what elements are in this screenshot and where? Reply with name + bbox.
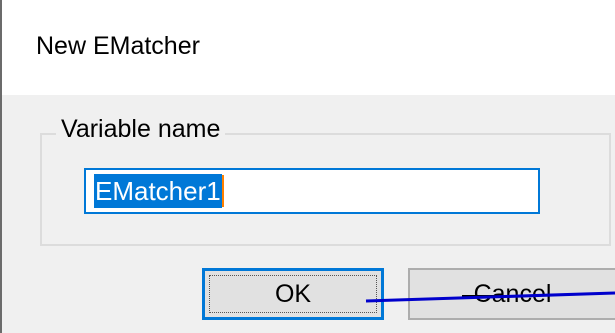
text-caret	[221, 175, 224, 207]
variable-name-value: EMatcher1	[94, 174, 222, 208]
cancel-button[interactable]: Cancel	[408, 268, 615, 320]
cancel-strike-line	[462, 295, 538, 297]
cancel-button-label: Cancel	[473, 279, 552, 308]
variable-name-input[interactable]: EMatcher1	[84, 168, 540, 214]
dialog-title: New EMatcher	[36, 32, 200, 60]
focus-rectangle	[209, 275, 377, 313]
new-ematcher-dialog: New EMatcher Variable name EMatcher1 OK …	[0, 0, 615, 333]
variable-name-label: Variable name	[56, 115, 226, 144]
ok-button[interactable]: OK	[202, 268, 384, 320]
